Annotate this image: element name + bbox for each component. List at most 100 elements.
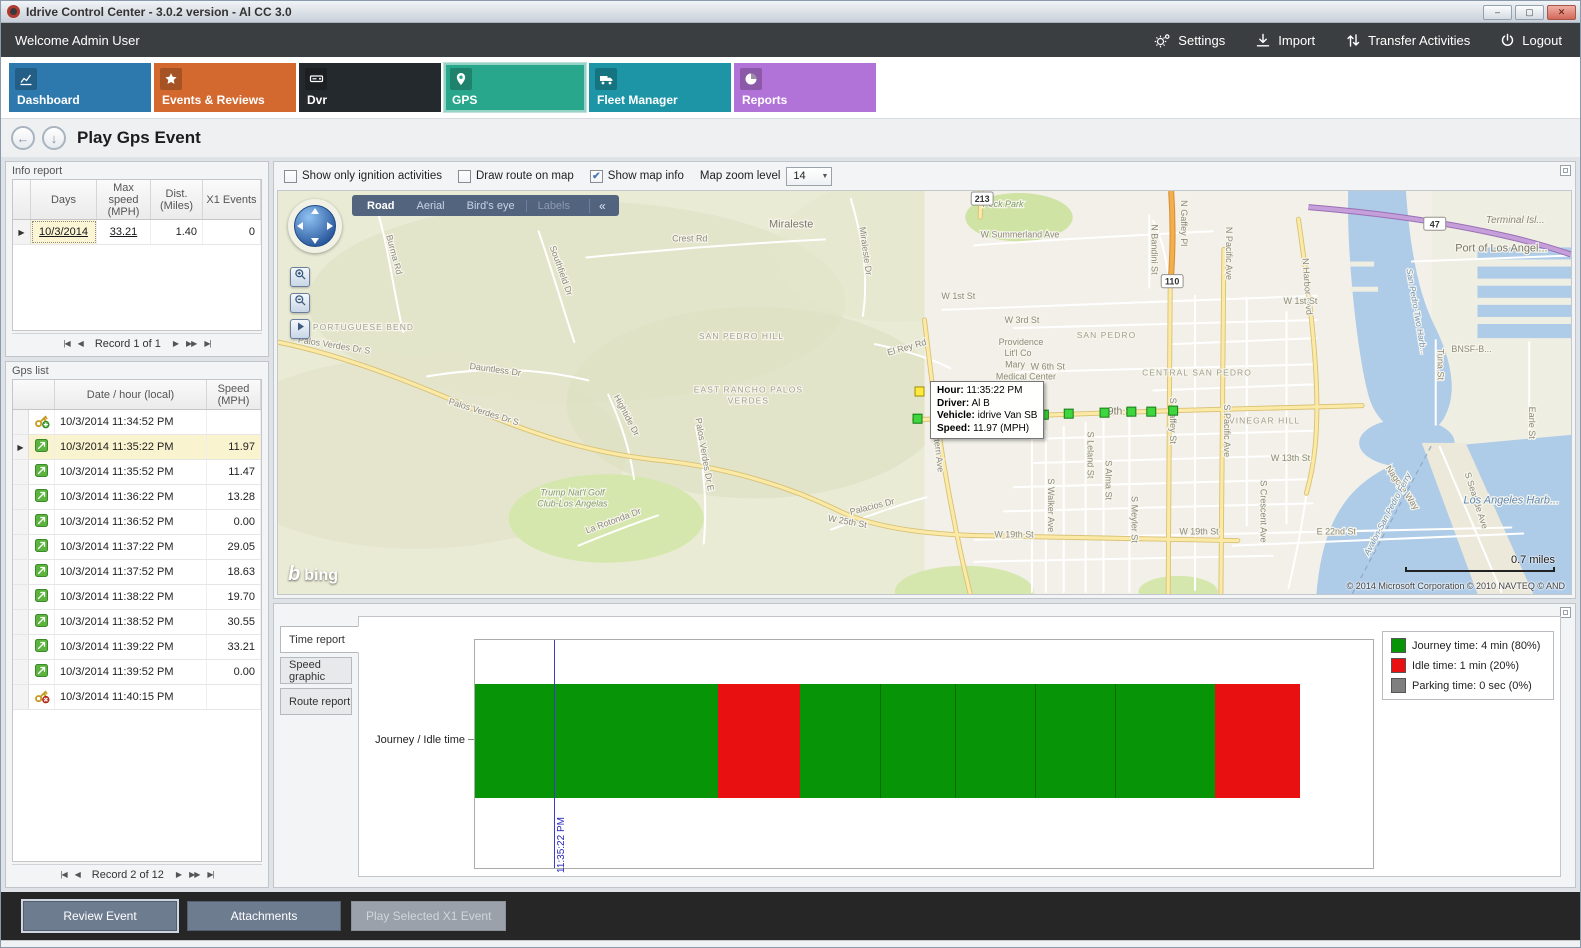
- map-compass-control[interactable]: [288, 199, 342, 253]
- back-button[interactable]: ←: [11, 126, 35, 150]
- map-style-bird-s-eye[interactable]: Bird's eye: [456, 200, 526, 212]
- attachments-button[interactable]: Attachments: [187, 901, 341, 931]
- info-col-max-speed-mph[interactable]: Max speed (MPH): [97, 180, 151, 219]
- gps-row[interactable]: 10/3/2014 11:36:52 PM0.00: [13, 510, 261, 535]
- top-action-logout[interactable]: Logout: [1500, 33, 1562, 48]
- welcome-text: Welcome Admin User: [15, 33, 140, 48]
- gps-speed-cell: 19.70: [207, 585, 261, 609]
- map-panel-maximize-button[interactable]: [1560, 165, 1571, 176]
- gps-point-icon: [34, 663, 49, 681]
- collapse-button[interactable]: ↓: [42, 126, 66, 150]
- info-report-pager: |◀◀Record 1 of 1▶▶▶▶|: [12, 333, 262, 353]
- pan-icon: [294, 320, 307, 338]
- minimize-button[interactable]: –: [1483, 5, 1512, 20]
- map-style-aerial[interactable]: Aerial: [406, 200, 456, 212]
- map-label: W 13th St: [1271, 453, 1311, 463]
- gps-row[interactable]: 10/3/2014 11:37:22 PM29.05: [13, 535, 261, 560]
- map-zoom-in-button[interactable]: [290, 267, 310, 287]
- info-report-row[interactable]: ▶10/3/201433.211.400: [13, 220, 261, 245]
- map-label: W 1st St: [941, 291, 975, 301]
- map-label: Terminal Isl...: [1486, 215, 1545, 226]
- chart-panel-maximize-button[interactable]: [1560, 607, 1571, 618]
- top-action-transfer-activities[interactable]: Transfer Activities: [1345, 33, 1470, 48]
- map-zoom-out-button[interactable]: [290, 293, 310, 313]
- pager-prev-button[interactable]: ◀: [78, 339, 83, 348]
- checkbox-draw-route-on-map[interactable]: Draw route on map: [458, 170, 574, 183]
- maximize-button[interactable]: ▢: [1515, 5, 1544, 20]
- nav-tile-dvr[interactable]: Dvr: [299, 63, 441, 112]
- nav-tile-events-reviews[interactable]: Events & Reviews: [154, 63, 296, 112]
- map-canvas[interactable]: MiralestePeck ParkW Summerland AveCrest …: [278, 191, 1571, 594]
- gps-date-cell: 10/3/2014 11:34:52 PM: [55, 410, 207, 434]
- pager-prev-button[interactable]: |◀: [63, 339, 69, 348]
- gps-point-icon: [34, 638, 49, 656]
- pager-next-button[interactable]: ▶|: [204, 339, 210, 348]
- gps-row[interactable]: 10/3/2014 11:37:52 PM18.63: [13, 560, 261, 585]
- pager-next-button[interactable]: ▶▶: [189, 870, 199, 879]
- gps-col-date[interactable]: Date / hour (local): [55, 380, 207, 409]
- gps-row[interactable]: 10/3/2014 11:40:15 PM: [13, 685, 261, 710]
- map-style-labels[interactable]: Labels: [526, 200, 581, 212]
- checkbox-show-only-ignition-activities[interactable]: Show only ignition activities: [284, 170, 442, 183]
- map-label: VINEGAR HILL: [1229, 416, 1300, 426]
- map-container[interactable]: MiralestePeck ParkW Summerland AveCrest …: [277, 190, 1572, 595]
- gps-marker-green[interactable]: [913, 414, 922, 423]
- gps-col-speed[interactable]: Speed (MPH): [207, 380, 261, 409]
- pager-next-button[interactable]: ▶|: [207, 870, 213, 879]
- nav-tile-dashboard[interactable]: Dashboard: [9, 63, 151, 112]
- gps-row[interactable]: ▶10/3/2014 11:35:22 PM11.97: [13, 435, 261, 460]
- gps-row[interactable]: 10/3/2014 11:38:52 PM30.55: [13, 610, 261, 635]
- gps-row[interactable]: 10/3/2014 11:36:22 PM13.28: [13, 485, 261, 510]
- map-label: S Leland St: [1086, 432, 1096, 479]
- pager-prev-button[interactable]: ◀: [75, 870, 80, 879]
- chart-tab-route-report[interactable]: Route report: [280, 688, 352, 715]
- pager-next-button[interactable]: ▶: [173, 339, 178, 348]
- info-col-x1-events[interactable]: X1 Events: [203, 180, 261, 219]
- map-label: S Meyler St: [1129, 496, 1139, 543]
- gps-marker-yellow[interactable]: [915, 387, 924, 396]
- gps-speed-cell: [207, 410, 261, 434]
- pager-next-button[interactable]: ▶: [176, 870, 181, 879]
- gps-row[interactable]: 10/3/2014 11:35:52 PM11.47: [13, 460, 261, 485]
- app-window: Idrive Control Center - 3.0.2 version - …: [0, 0, 1581, 948]
- gps-row[interactable]: 10/3/2014 11:38:22 PM19.70: [13, 585, 261, 610]
- gps-row[interactable]: 10/3/2014 11:39:22 PM33.21: [13, 635, 261, 660]
- info-col-dist-miles[interactable]: Dist. (Miles): [151, 180, 203, 219]
- chart-segment-divider: [880, 684, 881, 798]
- nav-tile-gps[interactable]: GPS: [444, 63, 586, 112]
- gps-marker-green[interactable]: [1064, 409, 1073, 418]
- chart-tab-time-report[interactable]: Time report: [280, 626, 359, 653]
- top-action-settings[interactable]: Settings: [1154, 33, 1225, 48]
- back-icon: ←: [17, 131, 30, 146]
- info-days-link[interactable]: 10/3/2014: [31, 220, 97, 244]
- legend-item: Idle time: 1 min (20%): [1391, 658, 1545, 673]
- gps-row[interactable]: 10/3/2014 11:34:52 PM: [13, 410, 261, 435]
- map-zoom-select[interactable]: 14▼: [786, 167, 832, 186]
- svg-text:213: 213: [975, 194, 990, 204]
- gps-marker-green[interactable]: [1169, 406, 1178, 415]
- gps-marker-green[interactable]: [1127, 407, 1136, 416]
- info-col-days[interactable]: Days: [31, 180, 97, 219]
- chart-tab-speed-graphic[interactable]: Speed graphic: [280, 657, 352, 684]
- gps-date-cell: 10/3/2014 11:38:22 PM: [55, 585, 207, 609]
- top-action-import[interactable]: Import: [1255, 33, 1315, 48]
- gps-marker-green[interactable]: [1147, 407, 1156, 416]
- nav-tile-reports[interactable]: Reports: [734, 63, 876, 112]
- map-navbar-collapse-button[interactable]: «: [589, 199, 615, 213]
- pager-prev-button[interactable]: |◀: [60, 870, 66, 879]
- checkbox-show-map-info[interactable]: ✔Show map info: [590, 170, 684, 183]
- window-controls: –▢✕: [1480, 4, 1576, 20]
- map-label: W 6th St: [1031, 361, 1066, 371]
- gps-row[interactable]: 10/3/2014 11:39:52 PM0.00: [13, 660, 261, 685]
- map-style-road[interactable]: Road: [356, 200, 406, 212]
- nav-tile-fleet-manager[interactable]: Fleet Manager: [589, 63, 731, 112]
- close-button[interactable]: ✕: [1547, 5, 1576, 20]
- pager-next-button[interactable]: ▶▶: [186, 339, 196, 348]
- info-maxspeed-link[interactable]: 33.21: [97, 220, 151, 244]
- reports-icon: [740, 68, 762, 90]
- review-event-button[interactable]: Review Event: [23, 901, 177, 931]
- chart-cursor-line[interactable]: [554, 640, 555, 868]
- map-pan-button[interactable]: [290, 319, 310, 339]
- gps-marker-green[interactable]: [1100, 408, 1109, 417]
- tooltip-line: Vehicle: idrive Van SB: [937, 410, 1037, 423]
